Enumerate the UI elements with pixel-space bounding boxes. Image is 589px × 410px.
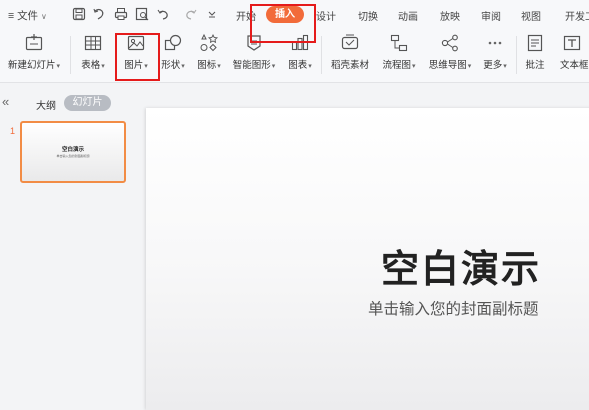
ribbon-separator: [516, 36, 517, 74]
thumbnail-subtitle: 单击输入您的封面副标题: [56, 154, 90, 158]
file-menu[interactable]: ≡ 文件 ∨: [8, 8, 47, 23]
icons-gallery-icon: [199, 33, 219, 53]
textbox-icon: [562, 33, 582, 53]
docer-material-button[interactable]: 稻壳素材: [326, 30, 374, 82]
chevron-down-icon: ▾: [56, 63, 61, 70]
hamburger-icon: ≡: [8, 10, 15, 22]
tab-slideshow[interactable]: 放映: [440, 8, 460, 23]
tab-transition[interactable]: 切换: [358, 8, 378, 23]
tab-design[interactable]: 设计: [316, 8, 336, 23]
tab-review[interactable]: 审阅: [481, 8, 501, 23]
shape-icon: [163, 33, 183, 53]
tab-developer[interactable]: 开发工: [565, 8, 589, 23]
textbox-button[interactable]: 文本框: [554, 30, 589, 82]
ribbon-toolbar: 新建幻灯片▾ 表格▾ 图片▾ 形状▾ 图标▾ 智能图形▾ 图表▾ 稻壳素材 流程…: [0, 30, 589, 83]
comment-icon: [525, 33, 545, 53]
print-icon[interactable]: [114, 7, 128, 21]
smart-art-icon: [244, 33, 264, 53]
chevron-down-icon: ▾: [308, 63, 312, 70]
chevron-down-icon: ▾: [271, 63, 276, 70]
slide-subtitle-placeholder[interactable]: 单击输入您的封面副标题: [368, 297, 539, 319]
chevron-down-icon: ▾: [217, 63, 221, 70]
chevron-down-icon: ▾: [144, 63, 148, 70]
comment-button[interactable]: 批注: [520, 30, 550, 82]
tab-slides[interactable]: 幻灯片: [64, 95, 111, 111]
picture-icon: [126, 33, 146, 53]
chevron-down-icon: ▾: [101, 63, 105, 70]
tab-home[interactable]: 开始: [236, 8, 256, 23]
new-slide-icon: [24, 33, 44, 53]
table-button[interactable]: 表格▾: [74, 30, 112, 82]
chevron-down-icon: ▾: [467, 63, 472, 70]
chevron-down-icon: ▾: [181, 63, 185, 70]
undo-icon[interactable]: [156, 7, 170, 21]
chart-button[interactable]: 图表▾: [283, 30, 317, 82]
more-dots-icon: [485, 33, 505, 53]
new-slide-button[interactable]: 新建幻灯片▾: [2, 30, 66, 82]
chart-icon: [290, 33, 310, 53]
mindmap-button[interactable]: 思维导图▾: [424, 30, 476, 82]
table-icon: [83, 33, 103, 53]
chevron-down-icon: ▾: [412, 63, 416, 70]
flowchart-button[interactable]: 流程图▾: [377, 30, 421, 82]
more-button[interactable]: 更多▾: [478, 30, 512, 82]
ribbon-separator: [321, 36, 322, 74]
shape-button[interactable]: 形状▾: [156, 30, 190, 82]
print-preview-icon[interactable]: [135, 7, 149, 21]
tab-animation[interactable]: 动画: [398, 8, 418, 23]
customize-quick-access-icon[interactable]: [205, 7, 219, 21]
icon-button[interactable]: 图标▾: [192, 30, 226, 82]
thumbnail-title: 空白演示: [61, 147, 84, 153]
ribbon-separator: [70, 36, 71, 74]
flowchart-icon: [389, 33, 409, 53]
redo-icon[interactable]: [184, 7, 198, 21]
save-icon[interactable]: [72, 7, 86, 21]
slide-number: 1: [10, 126, 16, 136]
menu-bar: ≡ 文件 ∨ 开始 插入 设计 切换 动画 放映 审阅 视图 开发工: [0, 0, 589, 30]
tab-insert[interactable]: 插入: [266, 6, 304, 23]
slide-thumbnail[interactable]: 空白演示 单击输入您的封面副标题: [20, 121, 126, 183]
collapse-panel-icon[interactable]: «: [2, 94, 9, 109]
undo-history-icon[interactable]: [92, 7, 106, 21]
tab-outline[interactable]: 大纲: [36, 97, 56, 112]
smart-art-button[interactable]: 智能图形▾: [228, 30, 280, 82]
picture-button[interactable]: 图片▾: [116, 30, 156, 82]
chevron-down-icon: ∨: [40, 12, 47, 21]
docer-material-icon: [340, 33, 360, 53]
slide-title-placeholder[interactable]: 空白演示: [381, 238, 541, 293]
chevron-down-icon: ▾: [503, 63, 507, 70]
mindmap-icon: [440, 33, 460, 53]
tab-view[interactable]: 视图: [521, 8, 541, 23]
